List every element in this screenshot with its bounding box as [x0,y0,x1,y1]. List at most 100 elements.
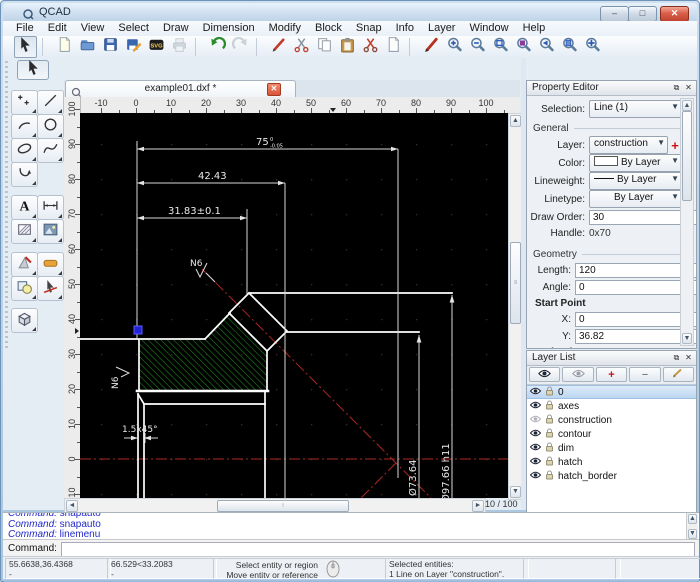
layer-lock-icon[interactable] [545,386,554,399]
float-panel-icon[interactable]: ⧉ [671,83,682,93]
print-button[interactable] [169,37,190,57]
zoom-previous-button[interactable] [536,37,557,57]
menu-edit[interactable]: Edit [41,21,74,36]
zoom-in-button[interactable] [444,37,465,57]
menu-file[interactable]: File [9,21,41,36]
property-editor-scrollbar[interactable]: ▲ ▼ [680,98,694,346]
layer-list-title[interactable]: Layer List ⧉ ✕ [527,351,696,366]
layer-visibility-icon[interactable] [530,429,541,440]
remove-layer-button[interactable]: − [629,367,660,382]
plugin-tools-button[interactable] [37,252,64,277]
float-panel-icon[interactable]: ⧉ [671,353,682,363]
menu-layer[interactable]: Layer [421,21,463,36]
history-scrollbar[interactable]: ▲ ▼ [686,513,698,540]
selection-grip[interactable] [134,326,142,334]
scroll-down-icon[interactable]: ▼ [510,486,521,498]
layer-lock-icon[interactable] [545,456,554,469]
layer-lock-icon[interactable] [545,414,554,427]
layer-visibility-icon[interactable] [530,387,541,398]
add-layer-button[interactable]: + [596,367,627,382]
zoom-window-button[interactable] [490,37,511,57]
dimension-tool-button[interactable] [37,195,64,220]
shape-tools-button[interactable] [11,276,38,301]
layer-visibility-icon[interactable] [530,401,541,412]
title-bar[interactable]: QCAD – □ ✕ [3,3,697,21]
layer-row-hatch_border[interactable]: hatch_border [527,469,696,483]
layer-row-construction[interactable]: construction [527,413,696,427]
polyline-tool-button[interactable] [11,162,38,187]
save-button[interactable] [100,37,121,57]
layer-visibility-icon[interactable] [530,471,541,482]
layer-lock-icon[interactable] [545,428,554,441]
layer-row-0[interactable]: 0 [527,385,696,399]
length-input[interactable] [575,263,696,278]
layer-row-hatch[interactable]: hatch [527,455,696,469]
edit-pencil-button[interactable] [268,37,289,57]
menu-block[interactable]: Block [308,21,349,36]
edit-layer-button[interactable] [663,367,694,382]
menu-view[interactable]: View [74,21,112,36]
paste-reference-button[interactable] [383,37,404,57]
menu-dimension[interactable]: Dimension [196,21,262,36]
linetype-combo[interactable]: By Layer▼ [589,190,682,208]
scroll-left-icon[interactable]: ◄ [66,500,78,512]
new-file-button[interactable] [54,37,75,57]
angle-input[interactable] [575,280,696,295]
hatch-tool-button[interactable] [11,219,38,244]
circle-tool-button[interactable] [37,114,64,139]
arc-tool-button[interactable] [11,114,38,139]
start-x-input[interactable] [575,312,696,327]
start-y-input[interactable] [575,329,696,344]
svg-export-button[interactable]: SVG [146,37,167,57]
paste-button[interactable] [337,37,358,57]
selection-tool-button[interactable] [17,60,49,80]
menu-snap[interactable]: Snap [349,21,389,36]
layer-lock-icon[interactable] [545,400,554,413]
selection-combo[interactable]: Line (1)▼ [589,100,682,118]
save-as-button[interactable] [123,37,144,57]
open-file-button[interactable] [77,37,98,57]
tab-close-icon[interactable]: ✕ [267,83,281,96]
layer-visibility-icon[interactable] [530,457,541,468]
point-tool-button[interactable] [11,90,38,115]
command-history[interactable]: Command: snapautoCommand: snapautoComman… [3,512,699,540]
drawing-canvas[interactable]: 75 0 -0.05 42.43 31.83±0.1 1.5x45° Ø73.6… [80,113,508,498]
scroll-right-icon[interactable]: ► [472,500,484,512]
maximize-button[interactable]: □ [628,6,657,22]
cut-button[interactable] [291,37,312,57]
minimize-button[interactable]: – [600,6,629,22]
scroll-thumb[interactable]: 𝍩 [217,500,349,512]
layer-lock-icon[interactable] [545,442,554,455]
layer-row-axes[interactable]: axes [527,399,696,413]
scroll-thumb[interactable]: ≡ [510,242,521,324]
layer-visibility-icon[interactable] [530,415,541,426]
undo-button[interactable] [207,37,228,57]
show-all-layers-button[interactable] [529,367,560,382]
hide-all-layers-button[interactable] [562,367,593,382]
menu-modify[interactable]: Modify [262,21,308,36]
close-button[interactable]: ✕ [660,6,689,22]
document-tab[interactable]: example01.dxf * ✕ [65,80,296,97]
dock-handle[interactable] [5,61,8,351]
zoom-out-button[interactable] [467,37,488,57]
menu-select[interactable]: Select [111,21,156,36]
menu-help[interactable]: Help [516,21,553,36]
image-tool-button[interactable] [37,219,64,244]
menu-draw[interactable]: Draw [156,21,196,36]
text-tool-button[interactable]: A [11,195,38,220]
line-tool-button[interactable] [37,90,64,115]
close-panel-icon[interactable]: ✕ [683,353,694,363]
command-input[interactable] [61,542,695,557]
solid-tools-button[interactable] [11,308,38,333]
modify-tools-button[interactable] [11,252,38,277]
scroll-up-icon[interactable]: ▲ [510,115,521,127]
menu-info[interactable]: Info [389,21,421,36]
layer-lock-icon[interactable] [545,470,554,483]
ellipse-tool-button[interactable] [11,138,38,163]
property-editor-title[interactable]: Property Editor ⧉ ✕ [527,81,696,96]
snap-tools-button[interactable] [37,276,64,301]
copy-button[interactable] [314,37,335,57]
layer-visibility-icon[interactable] [530,443,541,454]
layer-combo[interactable]: construction▼ [589,136,668,154]
selection-arrow-button[interactable] [14,36,37,58]
